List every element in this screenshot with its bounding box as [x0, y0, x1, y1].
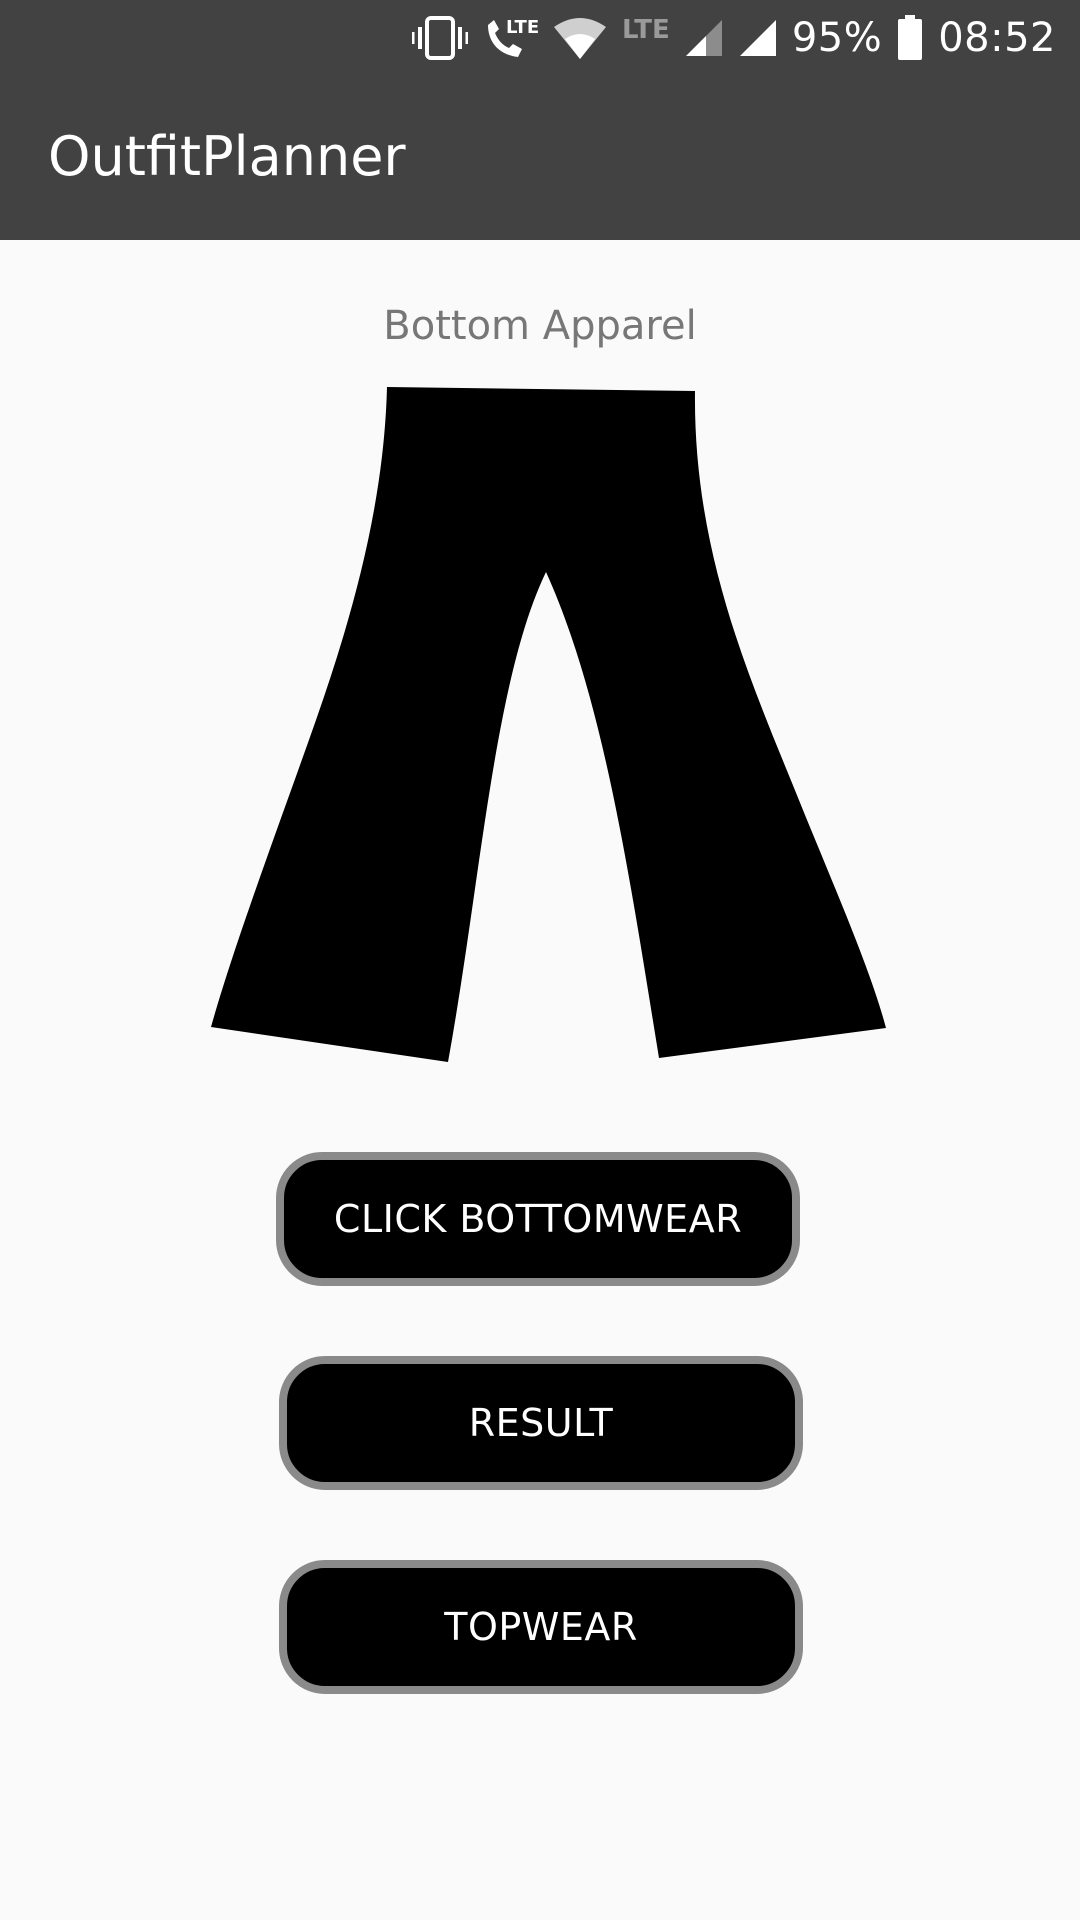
- pants-icon: [200, 380, 900, 1080]
- topwear-button[interactable]: TOPWEAR: [279, 1560, 803, 1694]
- lte-call-icon: LTE: [482, 15, 540, 61]
- lte-label: LTE: [622, 14, 670, 45]
- wifi-icon: [552, 15, 608, 61]
- app-title: OutfitPlanner: [48, 125, 406, 188]
- section-label: Bottom Apparel: [383, 303, 697, 349]
- result-button[interactable]: RESULT: [279, 1356, 803, 1490]
- status-icons: LTE LTE 95% 08:52: [412, 0, 1056, 75]
- click-bottomwear-button[interactable]: CLICK BOTTOMWEAR: [276, 1152, 800, 1286]
- app-bar: OutfitPlanner: [0, 75, 1080, 240]
- status-bar: LTE LTE 95% 08:52: [0, 0, 1080, 75]
- signal-icon: [684, 18, 724, 58]
- lte-call-label: LTE: [506, 16, 540, 38]
- clock: 08:52: [938, 14, 1056, 61]
- signal-icon: [738, 18, 778, 58]
- battery-icon: [896, 14, 924, 61]
- vibrate-icon: [412, 15, 469, 61]
- battery-percent: 95%: [791, 14, 883, 61]
